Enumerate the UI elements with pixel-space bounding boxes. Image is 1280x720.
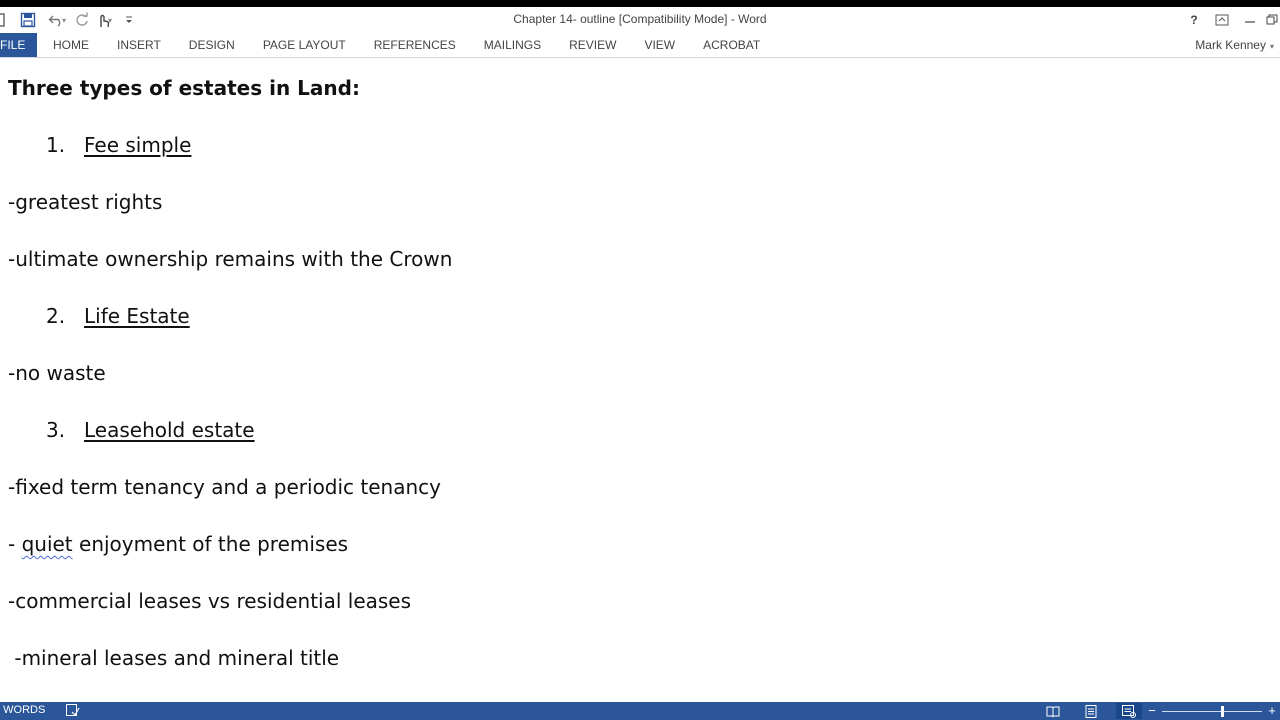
tab-insert[interactable]: INSERT	[117, 33, 161, 57]
document-line: - quiet enjoyment of the premises	[8, 532, 348, 556]
list-number: 2.	[46, 304, 66, 328]
restore-icon[interactable]	[1264, 9, 1280, 31]
document-line: -fixed term tenancy and a periodic tenan…	[8, 475, 441, 499]
list-number: 3.	[46, 418, 66, 442]
document-page[interactable]: Three types of estates in Land: 1. Fee s…	[0, 58, 1280, 702]
word-count[interactable]: 7 WORDS	[0, 704, 45, 716]
proofing-icon[interactable]	[66, 704, 80, 720]
zoom-out-button[interactable]: −	[1146, 703, 1158, 719]
ribbon-tabs: FILE HOME INSERT DESIGN PAGE LAYOUT REFE…	[0, 33, 760, 57]
document-line: -mineral leases and mineral title	[8, 646, 340, 670]
tab-page-layout[interactable]: PAGE LAYOUT	[263, 33, 346, 57]
document-line: -greatest rights	[8, 190, 163, 214]
window-title: Chapter 14- outline [Compatibility Mode]…	[513, 12, 767, 26]
user-name: Mark Kenney	[1195, 38, 1266, 52]
view-buttons	[1040, 703, 1154, 719]
tab-home[interactable]: HOME	[53, 33, 89, 57]
user-account[interactable]: Mark Kenney ▾	[1195, 33, 1274, 57]
chevron-down-icon: ▾	[1269, 42, 1274, 51]
document-line: -no waste	[8, 361, 106, 385]
document-line: -commercial leases vs residential leases	[8, 589, 412, 613]
tab-design[interactable]: DESIGN	[189, 33, 235, 57]
ribbon-display-options-icon[interactable]	[1208, 9, 1236, 31]
zoom-control: − +	[1146, 703, 1278, 719]
list-item-title: Fee simple	[84, 133, 192, 157]
tab-mailings[interactable]: MAILINGS	[484, 33, 541, 57]
status-bar: 7 WORDS − +	[0, 702, 1280, 720]
minimize-icon[interactable]	[1236, 9, 1264, 31]
tab-acrobat[interactable]: ACROBAT	[703, 33, 760, 57]
print-layout-icon[interactable]	[1078, 703, 1104, 719]
list-number: 1.	[46, 133, 66, 157]
tab-file[interactable]: FILE	[0, 33, 37, 57]
spelling-error-word[interactable]: quiet	[22, 532, 73, 556]
title-bar: ▾ ▾ Chapter 14- outline [Compatibility M…	[0, 7, 1280, 33]
read-mode-icon[interactable]	[1040, 703, 1066, 719]
help-button[interactable]: ?	[1180, 9, 1208, 31]
tab-view[interactable]: VIEW	[644, 33, 675, 57]
window-controls: ?	[1180, 7, 1280, 33]
zoom-slider[interactable]	[1162, 705, 1262, 717]
zoom-slider-thumb[interactable]	[1220, 705, 1224, 717]
web-layout-icon[interactable]	[1116, 703, 1142, 719]
zoom-in-button[interactable]: +	[1266, 703, 1278, 719]
list-item-title: Life Estate	[84, 304, 190, 328]
document-heading: Three types of estates in Land:	[8, 76, 360, 100]
text-run: -	[8, 532, 22, 556]
text-run: enjoyment of the premises	[72, 532, 349, 556]
tab-references[interactable]: REFERENCES	[374, 33, 456, 57]
ribbon-tab-bar: FILE HOME INSERT DESIGN PAGE LAYOUT REFE…	[0, 33, 1280, 58]
document-line: -ultimate ownership remains with the Cro…	[8, 247, 453, 271]
tab-review[interactable]: REVIEW	[569, 33, 616, 57]
screen-top-edge	[0, 0, 1280, 7]
list-item-title: Leasehold estate	[84, 418, 255, 442]
